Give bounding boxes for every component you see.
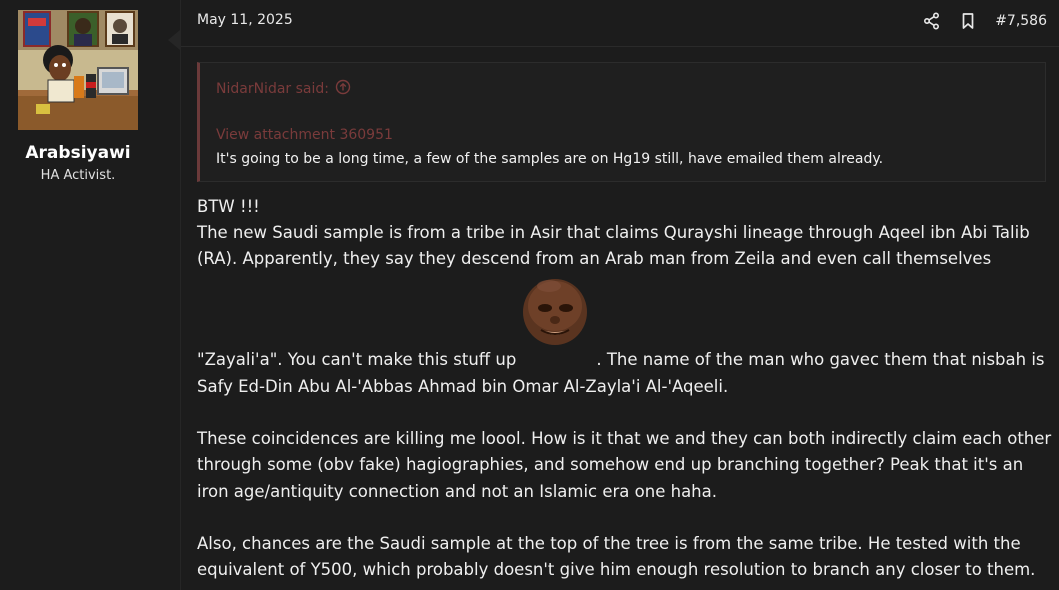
post-body-line: Safy Ed-Din Abu Al-'Abbas Ahmad bin Omar… — [197, 377, 729, 396]
username[interactable]: Arabsiyawi — [0, 143, 156, 163]
forum-post-page: Arabsiyawi HA Activist. May 11, 2025 #7,… — [0, 0, 1059, 590]
post-body-line: The new Saudi sample is from a tribe in … — [197, 223, 1030, 242]
user-title: HA Activist. — [40, 168, 116, 183]
user-column: Arabsiyawi HA Activist. — [0, 0, 181, 590]
post-body-line: iron age/antiquity connection and not an… — [197, 482, 717, 501]
post-body-line: These coincidences are killing me loool.… — [197, 429, 1052, 448]
quote-author-label: NidarNidar said: — [216, 81, 329, 97]
post-pointer-arrow — [168, 30, 180, 50]
attachment-link[interactable]: View attachment 360951 — [216, 127, 393, 143]
post-header-actions: #7,586 — [923, 8, 1047, 34]
post-body-segment: . The name of the man who gavec them tha… — [596, 350, 1045, 369]
quote-block: NidarNidar said: View attachment 360951 … — [197, 62, 1046, 182]
post-header: May 11, 2025 #7,586 — [181, 0, 1059, 47]
post-body-segment: "Zayali'a". You can't make this stuff up — [197, 350, 517, 369]
post-number-link[interactable]: #7,586 — [995, 13, 1047, 29]
post-body-line: BTW !!! — [197, 197, 260, 216]
post-date[interactable]: May 11, 2025 — [197, 12, 293, 28]
share-icon[interactable] — [923, 12, 941, 30]
post-body-line: (RA). Apparently, they say they descend … — [197, 249, 992, 268]
post-container: May 11, 2025 #7,586 NidarNidar said: Vie… — [181, 0, 1059, 590]
bookmark-icon[interactable] — [959, 12, 977, 30]
quote-author-link[interactable]: NidarNidar said: — [216, 79, 351, 99]
quote-text: It's going to be a long time, a few of t… — [216, 151, 884, 167]
avatar[interactable] — [18, 10, 138, 130]
post-body-line: equivalent of Y500, which probably doesn… — [197, 560, 1036, 579]
post-body-line: "Zayali'a". You can't make this stuff up… — [197, 347, 1057, 373]
avatar-cartoon-image — [18, 10, 138, 130]
post-body-line: through some (obv fake) hagiographies, a… — [197, 455, 1024, 474]
post-body-line: Also, chances are the Saudi sample at th… — [197, 534, 1021, 553]
arrow-up-circle-icon[interactable] — [335, 79, 351, 99]
crying-face-emoji-icon — [519, 274, 591, 346]
